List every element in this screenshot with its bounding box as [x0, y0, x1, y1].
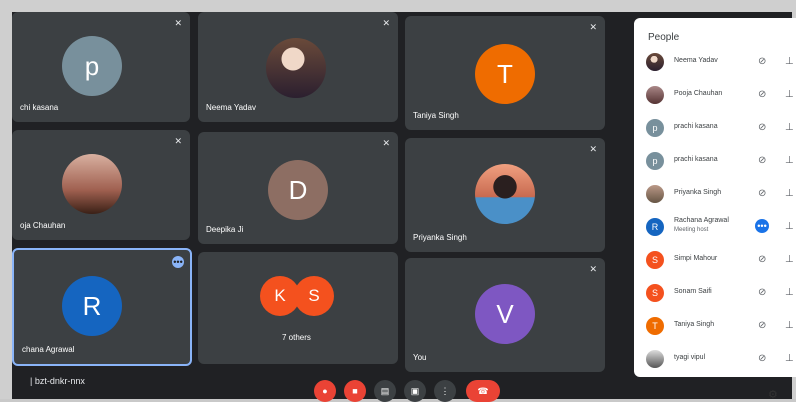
participant-list-name: Pooja Chauhan — [674, 90, 723, 97]
participant-list-item[interactable]: Pooja Chauhan ⊘ ⊥ — [634, 79, 796, 112]
participant-list-name: Neema Yadav — [674, 57, 718, 64]
participant-list-name: Sonam Saifi — [674, 288, 712, 295]
mic-off-icon[interactable]: ⊘ — [758, 188, 766, 199]
participant-list-item[interactable]: T Taniya Singh ⊘ ⊥ — [634, 310, 796, 343]
participant-tile[interactable]: p ✕ chi kasana — [12, 12, 190, 122]
participant-list-name: prachi kasana — [674, 123, 718, 130]
participant-list-item[interactable]: S Sonam Saifi ⊘ ⊥ — [634, 277, 796, 310]
participant-list-item[interactable]: R Rachana Agrawal Meeting host ••• ⊥ — [634, 211, 796, 244]
participant-name: Neema Yadav — [206, 103, 256, 112]
participant-tile-group[interactable]: K S 7 others — [198, 252, 398, 364]
pin-icon[interactable]: ⊥ — [785, 188, 794, 199]
mic-off-icon[interactable]: ⊘ — [758, 155, 766, 166]
people-panel: People Neema Yadav ⊘ ⊥ Pooja Chauhan ⊘ ⊥ p prac… — [634, 18, 796, 377]
participant-name: chi kasana — [20, 103, 59, 112]
meet-screen: p ✕ chi kasana ✕ Neema Yadav T ✕ Taniya … — [0, 0, 796, 402]
pin-icon[interactable]: ⊥ — [785, 122, 794, 133]
pin-icon[interactable]: ⊥ — [785, 287, 794, 298]
participant-photo — [62, 154, 122, 214]
participant-tile[interactable]: T ✕ Taniya Singh — [405, 16, 605, 130]
participant-list-item[interactable]: Neema Yadav ⊘ ⊥ — [634, 46, 796, 79]
mic-off-icon: ✕ — [382, 18, 390, 28]
more-options-icon[interactable]: ••• — [172, 256, 184, 268]
mic-off-icon[interactable]: ⊘ — [758, 89, 766, 100]
participant-list-item[interactable]: p prachi kasana ⊘ ⊥ — [634, 112, 796, 145]
bottom-bar: | bzt-dnkr-nnx ● ■ ▤ ▣ ⋮ ☎ — [12, 372, 634, 402]
participant-list-name: prachi kasana — [674, 156, 718, 163]
mic-off-icon[interactable]: ⊘ — [758, 287, 766, 298]
participant-more-options-icon[interactable]: ••• — [755, 219, 769, 233]
participant-tile[interactable]: D ✕ Deepika Ji — [198, 132, 398, 244]
group-avatar-s: S — [294, 276, 334, 316]
people-panel-title: People — [648, 32, 680, 43]
participant-avatar — [646, 350, 664, 368]
participant-tile-active[interactable]: R ••• chana Agrawal — [12, 248, 192, 366]
participant-avatar — [646, 53, 664, 71]
pin-icon[interactable]: ⊥ — [785, 320, 794, 331]
avatar: D — [268, 160, 328, 220]
participant-list-name: Simpi Mahour — [674, 255, 718, 262]
participant-avatar: p — [646, 152, 664, 170]
participant-tile-self[interactable]: V ✕ You — [405, 258, 605, 372]
mic-off-icon[interactable]: ⊘ — [758, 122, 766, 133]
mic-off-icon[interactable]: ⊘ — [758, 254, 766, 265]
participant-avatar: p — [646, 119, 664, 137]
avatar: T — [475, 44, 535, 104]
participant-tile[interactable]: ✕ Neema Yadav — [198, 12, 398, 122]
meeting-code: | bzt-dnkr-nnx — [30, 376, 85, 386]
participant-tile[interactable]: ✕ oja Chauhan — [12, 130, 190, 240]
mic-off-icon: ✕ — [382, 138, 390, 148]
participant-name: You — [413, 353, 427, 362]
photo-frame-left — [0, 0, 12, 399]
mic-off-icon[interactable]: ⊘ — [758, 56, 766, 67]
participant-avatar: T — [646, 317, 664, 335]
participant-list-item[interactable]: tyagi vipul ⊘ ⊥ — [634, 343, 796, 376]
participant-list-item[interactable]: S Simpi Mahour ⊘ ⊥ — [634, 244, 796, 277]
participant-avatar: S — [646, 284, 664, 302]
mic-off-icon: ✕ — [589, 144, 597, 154]
pin-icon[interactable]: ⊥ — [785, 155, 794, 166]
participant-list-name: Taniya Singh — [674, 321, 715, 328]
participant-name: Priyanka Singh — [413, 233, 467, 242]
mic-off-icon: ✕ — [174, 18, 182, 28]
mic-off-icon: ✕ — [589, 22, 597, 32]
participant-avatar: R — [646, 218, 664, 236]
participant-avatar — [646, 185, 664, 203]
participant-name: Deepika Ji — [206, 225, 244, 234]
participant-role: Meeting host — [674, 227, 709, 233]
pin-icon[interactable]: ⊥ — [785, 221, 794, 232]
participant-photo — [266, 38, 326, 98]
mic-off-icon[interactable]: ⊘ — [758, 320, 766, 331]
participant-photo — [475, 164, 535, 224]
avatar: p — [62, 36, 122, 96]
pin-icon[interactable]: ⊥ — [785, 254, 794, 265]
mic-off-icon: ✕ — [174, 136, 182, 146]
photo-frame-top — [0, 0, 796, 12]
participant-list-name: Priyanka Singh — [674, 189, 722, 196]
participant-name: oja Chauhan — [20, 221, 66, 230]
participant-list-item[interactable]: p prachi kasana ⊘ ⊥ — [634, 145, 796, 178]
participant-avatar: S — [646, 251, 664, 269]
pin-icon[interactable]: ⊥ — [785, 353, 794, 364]
pin-icon[interactable]: ⊥ — [785, 56, 794, 67]
others-count: 7 others — [282, 333, 311, 342]
mic-off-icon[interactable]: ⊘ — [758, 353, 766, 364]
avatar: V — [475, 284, 535, 344]
pin-icon[interactable]: ⊥ — [785, 89, 794, 100]
mic-off-icon: ✕ — [589, 264, 597, 274]
participant-list-item[interactable]: Priyanka Singh ⊘ ⊥ — [634, 178, 796, 211]
participant-avatar — [646, 86, 664, 104]
participant-tile[interactable]: ✕ Priyanka Singh — [405, 138, 605, 252]
settings-icon[interactable]: ⚙ — [768, 388, 778, 401]
participant-name: Taniya Singh — [413, 111, 459, 120]
participant-list-name: Rachana Agrawal — [674, 217, 729, 224]
participant-name: chana Agrawal — [22, 345, 75, 354]
avatar: R — [62, 276, 122, 336]
participant-list-name: tyagi vipul — [674, 354, 706, 361]
